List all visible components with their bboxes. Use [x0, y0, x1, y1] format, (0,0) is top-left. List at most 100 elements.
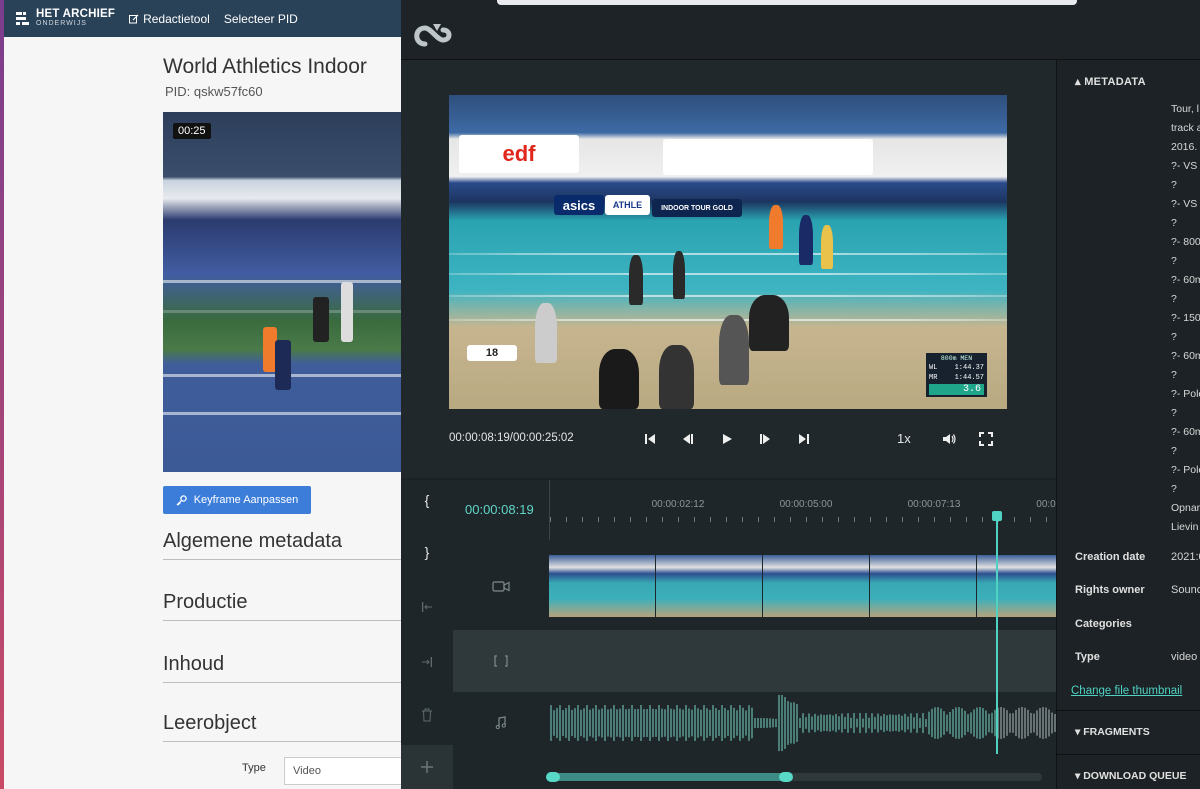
ad-itg-text: INDOOR TOUR GOLD	[661, 204, 733, 212]
editor-logo-icon[interactable]	[411, 18, 465, 50]
ad-board-indoor-tour: INDOOR TOUR GOLD	[652, 199, 742, 217]
add-fragment-button[interactable]	[401, 745, 453, 789]
nav-selecteer-pid-label: Selecteer PID	[223, 11, 298, 26]
filmstrip-frame	[763, 555, 869, 617]
frame-back-icon[interactable]	[681, 432, 695, 446]
timeline-scroll-thumb[interactable]	[546, 772, 793, 782]
filmstrip-frame	[870, 555, 976, 617]
section-inhoud[interactable]: Inhoud	[163, 653, 402, 683]
video-player: edf asics ATHLE INDOOR TOUR GOLD 18 800m…	[401, 60, 1056, 478]
skip-to-end-icon[interactable]	[797, 432, 811, 446]
change-thumbnail-link[interactable]: Change file thumbnail	[1071, 685, 1182, 697]
description-line: ?	[1171, 331, 1177, 343]
description-line: ?	[1171, 407, 1177, 419]
section-algemene-metadata[interactable]: Algemene metadata	[163, 530, 402, 560]
top-navigation: HET ARCHIEF ONDERWIJS Redactietool Selec…	[0, 0, 402, 37]
nav-redactietool[interactable]: Redactietool	[129, 12, 210, 26]
timeline-current-time: 00:00:08:19	[465, 502, 534, 517]
plus-icon	[421, 761, 433, 773]
timeline[interactable]: 00:00:08:19 00:00:02:12 00:00:05:00 00:0…	[453, 480, 1083, 789]
type-field[interactable]	[284, 757, 402, 785]
ad-board-asics: asics	[554, 195, 604, 215]
meta-value: 2021:0	[1171, 551, 1200, 563]
description-line: ?- 150	[1171, 312, 1200, 324]
set-out-point-button[interactable]: }	[401, 544, 453, 560]
key-icon	[176, 494, 187, 505]
redactietool-app: HET ARCHIEF ONDERWIJS Redactietool Selec…	[0, 0, 402, 789]
ruler-mark: 00:00:07:13	[907, 499, 961, 510]
description-line: ?	[1171, 179, 1177, 191]
section-leerobject[interactable]: Leerobject	[163, 712, 402, 742]
meta-rights-owner: Rights owner Sounc	[1075, 584, 1200, 596]
meta-categories: Categories	[1075, 618, 1132, 630]
ad-board-right	[663, 139, 873, 175]
scoreboard-wl: 1:44.37	[954, 364, 984, 372]
play-icon[interactable]	[720, 432, 734, 446]
description-line: ?	[1171, 445, 1177, 457]
playhead[interactable]	[992, 511, 1002, 754]
ad-board-edf: edf	[459, 135, 579, 173]
keyframe-adjust-button[interactable]: Keyframe Aanpassen	[163, 486, 311, 514]
scroll-handle-left[interactable]	[546, 772, 560, 782]
description-line: ?- 60m	[1171, 426, 1200, 438]
caret-down-icon: ▾	[1075, 770, 1084, 782]
caret-up-icon: ▴	[1075, 76, 1085, 88]
volume-icon[interactable]	[942, 432, 956, 446]
video-filmstrip	[549, 555, 1083, 617]
music-note-icon	[495, 716, 506, 730]
go-to-out-icon[interactable]	[421, 656, 433, 668]
keyframe-adjust-label: Keyframe Aanpassen	[193, 494, 299, 506]
go-to-in-icon[interactable]	[421, 601, 433, 613]
scoreboard-wl-label: WL	[929, 364, 938, 372]
nav-selecteer-pid[interactable]: Selecteer PID	[224, 12, 298, 26]
timeline-scrollbar[interactable]	[546, 772, 1042, 782]
video-editor-panel: edf asics ATHLE INDOOR TOUR GOLD 18 800m…	[401, 0, 1200, 789]
pid-label: PID: qskw57fc60	[165, 84, 263, 99]
het-archief-logo[interactable]: HET ARCHIEF ONDERWIJS	[14, 7, 116, 28]
playback-speed[interactable]: 1x	[897, 431, 911, 446]
download-queue-header[interactable]: ▾ DOWNLOAD QUEUE	[1075, 770, 1186, 782]
meta-key: Type	[1075, 651, 1100, 663]
description-line: ?- 60m	[1171, 350, 1200, 362]
ruler-mark: 00:0	[1036, 499, 1056, 510]
timeline-toolbar: { }	[401, 480, 453, 789]
fragment-track[interactable]	[453, 630, 1056, 692]
description-line: Opnar	[1171, 502, 1200, 514]
scoreboard-mr-label: MR	[929, 374, 938, 382]
player-controls: 00:00:08:19/00:00:25:02 1x	[449, 430, 1009, 450]
scoreboard-split: 3.6	[929, 384, 984, 395]
fragments-label: FRAGMENTS	[1083, 726, 1150, 738]
meta-key: Rights owner	[1075, 584, 1145, 596]
nav-redactietool-label: Redactietool	[143, 11, 210, 26]
ad-asics-text: asics	[562, 197, 596, 213]
set-in-point-button[interactable]: {	[401, 492, 453, 508]
description-line: Tour, l	[1171, 103, 1200, 115]
editor-topbar	[401, 0, 1200, 60]
lane-marker: 18	[467, 345, 517, 361]
scroll-handle-right[interactable]	[779, 772, 793, 782]
fragment-bracket-icon	[494, 655, 508, 667]
keyframe-thumbnail: 00:25	[163, 112, 402, 472]
audio-track[interactable]	[453, 692, 1056, 754]
frame-forward-icon[interactable]	[758, 432, 772, 446]
logo-line1: HET ARCHIEF	[36, 7, 116, 20]
video-track[interactable]	[453, 542, 1083, 617]
description-line: ?- 800	[1171, 236, 1200, 248]
race-scoreboard: 800m MEN WL 1:44.37 MR 1:44.57 3.6	[926, 353, 987, 397]
meta-value: Sounc	[1171, 584, 1200, 596]
filmstrip-frame	[656, 555, 762, 617]
fullscreen-icon[interactable]	[979, 432, 993, 446]
section-productie[interactable]: Productie	[163, 591, 402, 621]
metadata-header[interactable]: ▴ METADATA	[1075, 75, 1146, 88]
video-frame[interactable]: edf asics ATHLE INDOOR TOUR GOLD 18 800m…	[449, 95, 1007, 409]
description-line: ?- 60m	[1171, 274, 1200, 286]
delete-icon[interactable]	[421, 708, 433, 722]
ad-board-athle: ATHLE	[605, 195, 650, 215]
timeline-ruler[interactable]: 00:00:02:12 00:00:05:00 00:00:07:13 00:0	[549, 480, 1056, 540]
skip-to-start-icon[interactable]	[643, 432, 657, 446]
description-line: ?- VS 8	[1171, 160, 1200, 172]
type-label: Type	[242, 762, 266, 774]
video-camera-icon	[492, 581, 510, 592]
scoreboard-mr: 1:44.57	[954, 374, 984, 382]
fragments-header[interactable]: ▾ FRAGMENTS	[1075, 726, 1150, 738]
